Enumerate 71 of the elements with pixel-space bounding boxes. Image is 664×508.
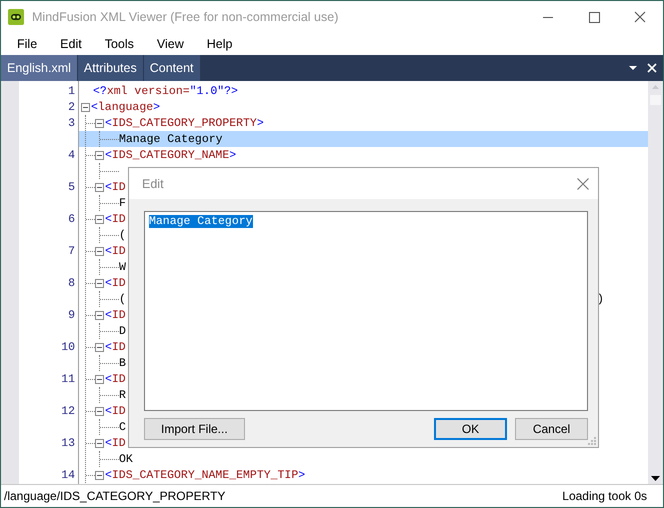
line-number: 14 <box>61 468 75 482</box>
line-number: 6 <box>68 212 75 226</box>
line-number: 1 <box>68 84 75 98</box>
line-number: 9 <box>68 308 75 322</box>
line-number: 7 <box>68 244 75 258</box>
line-number: 8 <box>68 276 75 290</box>
line-number: 4 <box>68 148 75 162</box>
xml-tag: <ID <box>105 340 126 354</box>
line-number: 12 <box>61 404 75 418</box>
xml-tag: <language> <box>91 100 160 114</box>
line-number: 10 <box>61 340 75 354</box>
collapse-icon[interactable] <box>95 374 104 384</box>
dialog-title: Edit <box>142 176 164 190</box>
menu-item[interactable]: Tools <box>96 36 143 50</box>
text-area[interactable]: Manage Category <box>144 211 588 411</box>
collapse-icon[interactable] <box>95 150 104 160</box>
xml-tag: <ID <box>105 180 126 194</box>
node-text[interactable]: ( <box>119 228 126 242</box>
node-text[interactable]: F <box>119 196 126 210</box>
menu-item[interactable]: Help <box>198 36 242 50</box>
collapse-icon[interactable] <box>95 118 104 128</box>
tab[interactable]: Attributes <box>78 55 143 81</box>
collapse-icon[interactable] <box>95 214 104 224</box>
line-number: 11 <box>61 372 75 386</box>
node-text[interactable]: ( <box>119 292 126 306</box>
menu-item[interactable]: File <box>9 36 46 50</box>
collapse-icon[interactable] <box>95 310 104 320</box>
collapse-icon[interactable] <box>95 438 104 448</box>
status-path: /language/IDS_CATEGORY_PROPERTY <box>4 489 226 503</box>
xml-tag: <IDS_CATEGORY_NAME> <box>105 148 236 162</box>
line-number: 3 <box>68 116 75 130</box>
line-number: 2 <box>68 100 75 114</box>
node-text[interactable]: W <box>119 260 126 274</box>
node-text[interactable]: B <box>119 356 126 370</box>
xml-tag: <ID <box>105 276 126 290</box>
status-message: Loading took 0s <box>562 489 647 503</box>
collapse-icon[interactable] <box>81 102 90 112</box>
collapse-icon[interactable] <box>95 406 104 416</box>
collapse-icon[interactable] <box>95 470 104 480</box>
xml-declaration: <?xml version="1.0"?> <box>93 84 238 98</box>
collapse-icon[interactable] <box>95 182 104 192</box>
node-text[interactable]: R <box>119 388 126 402</box>
menu-item[interactable]: View <box>148 36 193 50</box>
xml-tag: <IDS_CATEGORY_NAME_EMPTY_TIP> <box>105 468 306 482</box>
xml-tag: <ID <box>105 372 126 386</box>
line-number: 13 <box>61 436 75 450</box>
resize-grip-icon[interactable] <box>588 437 596 445</box>
node-text[interactable]: C <box>119 420 126 434</box>
collapse-icon[interactable] <box>95 342 104 352</box>
xml-tag: <ID <box>105 212 126 226</box>
app-icon <box>8 8 24 24</box>
tab[interactable]: Content <box>144 55 200 81</box>
window-title: MindFusion XML Viewer (Free for non-commercial use) <box>32 10 338 24</box>
collapse-icon[interactable] <box>95 246 104 256</box>
dialog-button[interactable]: Import File... <box>144 418 245 440</box>
xml-tag: <ID <box>105 404 126 418</box>
node-text[interactable]: Manage Category <box>119 132 223 146</box>
xml-tag: <ID <box>105 244 126 258</box>
xml-tag: <IDS_CATEGORY_PROPERTY> <box>105 116 264 130</box>
menu-item[interactable]: Edit <box>52 36 91 50</box>
selected-text: Manage Category <box>149 215 253 228</box>
line-number: 5 <box>68 180 75 194</box>
xml-tag: <ID <box>105 436 126 450</box>
node-text[interactable]: OK <box>119 452 133 466</box>
dialog-button[interactable]: Cancel <box>515 418 588 440</box>
collapse-icon[interactable] <box>95 278 104 288</box>
tab[interactable]: English.xml <box>1 55 77 81</box>
node-text: ) <box>597 292 604 306</box>
node-text[interactable]: D <box>119 324 126 338</box>
dialog-button[interactable]: OK <box>434 418 507 440</box>
xml-tag: <ID <box>105 308 126 322</box>
